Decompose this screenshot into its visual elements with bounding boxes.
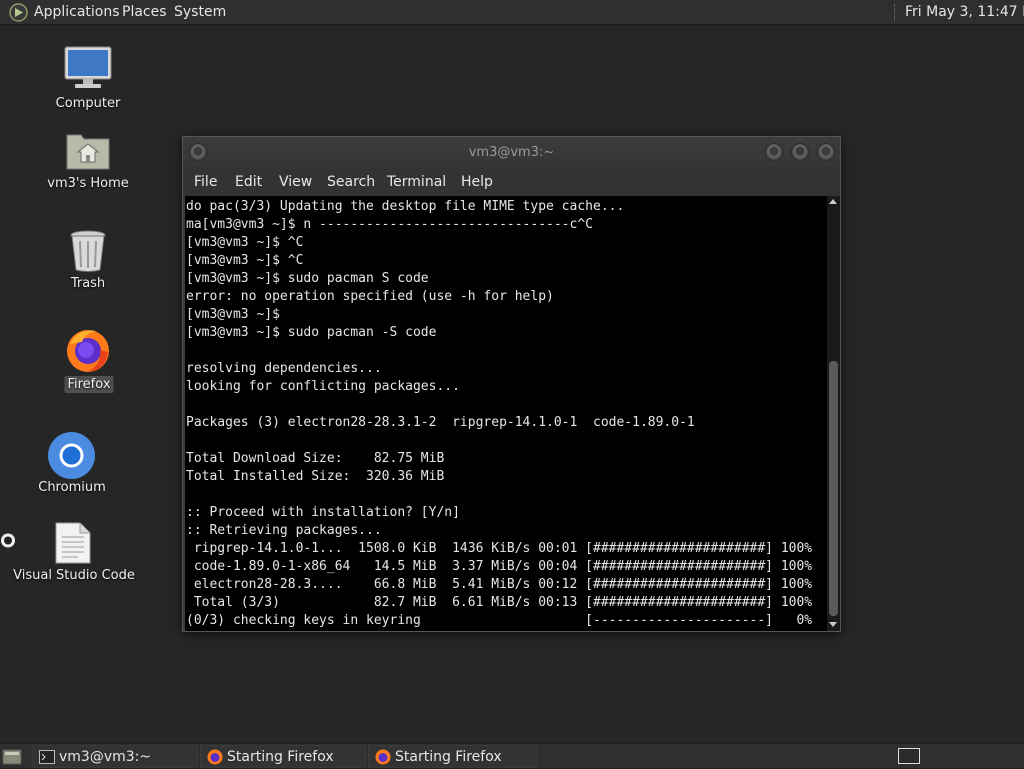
panel-separator — [894, 4, 896, 21]
taskbar-item-label: vm3@vm3:~ — [59, 749, 152, 765]
taskbar-item-firefox[interactable]: Starting Firefox — [368, 745, 538, 768]
workspace-switcher[interactable] — [898, 748, 920, 764]
menu-file[interactable]: File — [194, 169, 217, 196]
terminal-line: Total Installed Size: 320.36 MiB — [186, 469, 445, 484]
terminal-line: ripgrep-14.1.0-1... 1508.0 KiB 1436 KiB/… — [186, 541, 813, 556]
taskbar-item-firefox[interactable]: Starting Firefox — [200, 745, 366, 768]
menu-edit[interactable]: Edit — [235, 169, 262, 196]
trash-icon — [70, 230, 106, 272]
terminal-output[interactable]: do pac(3/3) Updating the desktop file MI… — [185, 196, 827, 631]
terminal-line: [vm3@vm3 ~]$ ^C — [186, 235, 304, 250]
terminal-line: code-1.89.0-1-x86_64 14.5 MiB 3.37 MiB/s… — [186, 559, 813, 574]
menu-help[interactable]: Help — [461, 169, 493, 196]
terminal-icon — [39, 750, 55, 764]
taskbar: vm3@vm3:~ Starting Firefox Starting Fire… — [0, 743, 1024, 768]
menu-search[interactable]: Search — [327, 169, 375, 196]
computer-icon — [64, 46, 112, 88]
clock[interactable]: Fri May 3, 11:47 PM — [905, 0, 1024, 25]
taskbar-item-label: Starting Firefox — [395, 749, 502, 765]
terminal-line: electron28-28.3.... 66.8 MiB 5.41 MiB/s … — [186, 577, 813, 592]
close-button[interactable] — [817, 143, 835, 161]
desktop-icon-label: Visual Studio Code — [13, 568, 135, 583]
cursor-busy-icon — [1, 533, 15, 548]
minimize-button[interactable] — [765, 143, 783, 161]
terminal-line: :: Retrieving packages... — [186, 523, 382, 538]
terminal-line: (0/3) checking keys in keyring [--------… — [186, 613, 813, 628]
chromium-icon — [48, 432, 95, 479]
top-panel: Applications Places System Fri May 3, 11… — [0, 0, 1024, 25]
scroll-up-arrow-icon[interactable] — [829, 199, 837, 204]
window-title: vm3@vm3:~ — [468, 145, 555, 160]
text-file-icon — [55, 522, 91, 564]
desktop-icon-label: Chromium — [38, 480, 106, 495]
firefox-icon — [207, 749, 223, 765]
taskbar-item-terminal[interactable]: vm3@vm3:~ — [32, 745, 198, 768]
terminal-line: [vm3@vm3 ~]$ sudo pacman -S code — [186, 325, 437, 340]
taskbar-item-label: Starting Firefox — [227, 749, 334, 765]
menu-applications[interactable]: Applications — [34, 0, 120, 25]
terminal-line: ma[vm3@vm3 ~]$ n -----------------------… — [186, 217, 593, 232]
desktop-icon-label: Computer — [55, 96, 121, 111]
terminal-line: [vm3@vm3 ~]$ — [186, 307, 280, 322]
desktop-icon-label: vm3's Home — [47, 176, 129, 191]
desktop-icon-label: Trash — [70, 276, 106, 291]
distro-logo-icon[interactable] — [9, 3, 28, 22]
terminal-menubar: File Edit View Search Terminal Help — [183, 169, 840, 196]
terminal-line: Total Download Size: 82.75 MiB — [186, 451, 445, 466]
menu-view[interactable]: View — [279, 169, 312, 196]
scroll-down-arrow-icon[interactable] — [829, 622, 837, 627]
terminal-scrollbar[interactable] — [827, 196, 840, 631]
terminal-line: do pac(3/3) Updating the desktop file MI… — [186, 199, 625, 214]
terminal-line: Total (3/3) 82.7 MiB 6.61 MiB/s 00:13 [#… — [186, 595, 813, 610]
menu-system[interactable]: System — [174, 0, 226, 25]
firefox-icon — [67, 330, 109, 372]
show-desktop-icon[interactable] — [2, 747, 22, 766]
terminal-line: resolving dependencies... — [186, 361, 382, 376]
firefox-icon — [375, 749, 391, 765]
terminal-line: error: no operation specified (use -h fo… — [186, 289, 554, 304]
menu-terminal[interactable]: Terminal — [387, 169, 446, 196]
menu-places[interactable]: Places — [122, 0, 167, 25]
terminal-line: looking for conflicting packages... — [186, 379, 460, 394]
home-folder-icon — [66, 134, 110, 170]
desktop-icon-label: Firefox — [64, 376, 114, 393]
terminal-line: [vm3@vm3 ~]$ sudo pacman S code — [186, 271, 429, 286]
window-titlebar[interactable]: vm3@vm3:~ — [183, 137, 840, 169]
terminal-line: Packages (3) electron28-28.3.1-2 ripgrep… — [186, 415, 695, 430]
terminal-line: [vm3@vm3 ~]$ ^C — [186, 253, 304, 268]
terminal-line: :: Proceed with installation? [Y/n] — [186, 505, 460, 520]
terminal-window[interactable]: vm3@vm3:~ File Edit View Search Terminal… — [182, 136, 841, 632]
maximize-button[interactable] — [791, 143, 809, 161]
terminal-text: do pac(3/3) Updating the desktop file MI… — [185, 196, 827, 630]
scrollbar-thumb[interactable] — [829, 361, 838, 616]
